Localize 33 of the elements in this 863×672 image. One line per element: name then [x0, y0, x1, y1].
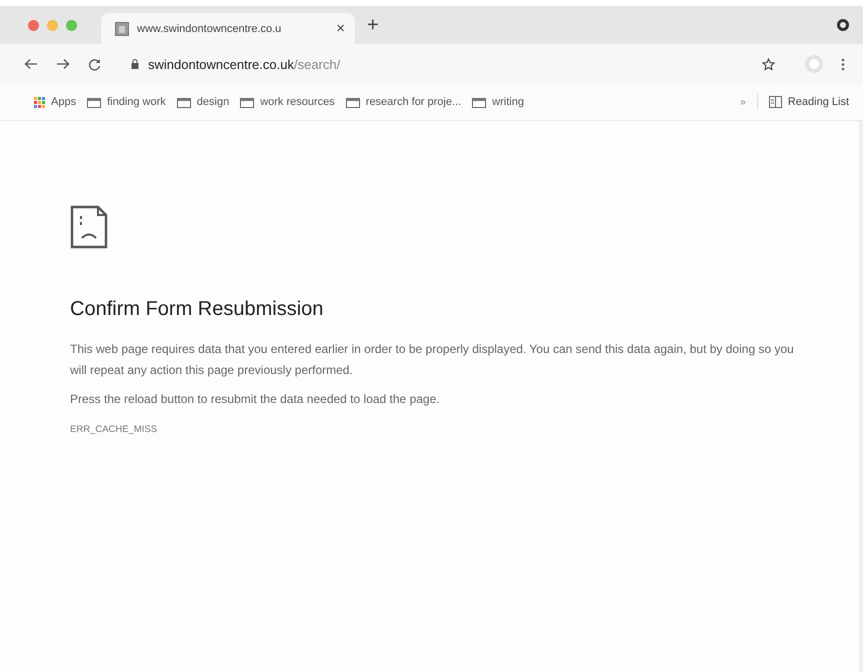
error-message: Press the reload button to resubmit the data needed to load the page. [70, 391, 441, 408]
forward-arrow-icon[interactable] [56, 58, 70, 70]
menu-icon[interactable] [841, 58, 845, 70]
lock-icon [131, 59, 139, 69]
folder-icon [87, 96, 102, 108]
star-icon[interactable] [762, 58, 775, 70]
folder-icon [472, 96, 486, 108]
page-icon [115, 22, 129, 36]
browser-tab[interactable]: www.swindontowncentre.co.u × [101, 13, 355, 44]
bookmark-folder[interactable]: writing [472, 96, 524, 108]
new-tab-button[interactable]: + [355, 15, 391, 35]
sad-page-icon [70, 205, 110, 250]
reload-icon[interactable] [88, 58, 101, 70]
tab-title: www.swindontowncentre.co.u [137, 22, 282, 34]
overflow-button[interactable]: » [740, 96, 746, 108]
folder-icon [346, 96, 360, 108]
back-arrow-icon[interactable] [24, 58, 38, 70]
url-text: swindontowncentre.co.uk/search/ [148, 56, 340, 72]
tab-close-button[interactable]: × [336, 21, 345, 36]
bookmark-folder[interactable]: design [176, 96, 230, 108]
folder-icon [240, 96, 254, 108]
bookmark-folder[interactable]: finding work [87, 96, 166, 108]
bookmark-folder[interactable]: work resources [240, 96, 335, 108]
grid-icon [34, 96, 45, 108]
apps-shortcut[interactable]: Apps [34, 96, 76, 108]
reading-list-icon [768, 96, 782, 108]
folder-icon [176, 96, 191, 108]
error-message: This web page requires data that you entered earlier in order to be properly displayed. You can send this data again, but by doing so you will repeat any action this page previously performed. [70, 341, 795, 379]
reading-list-button[interactable]: Reading List [768, 96, 849, 108]
extension-icon[interactable] [837, 19, 849, 31]
error-code: ERR_CACHE_MISS [70, 424, 158, 435]
bookmark-folder[interactable]: research for proje... [346, 96, 462, 108]
error-title: Confirm Form Resubmission [70, 298, 324, 321]
